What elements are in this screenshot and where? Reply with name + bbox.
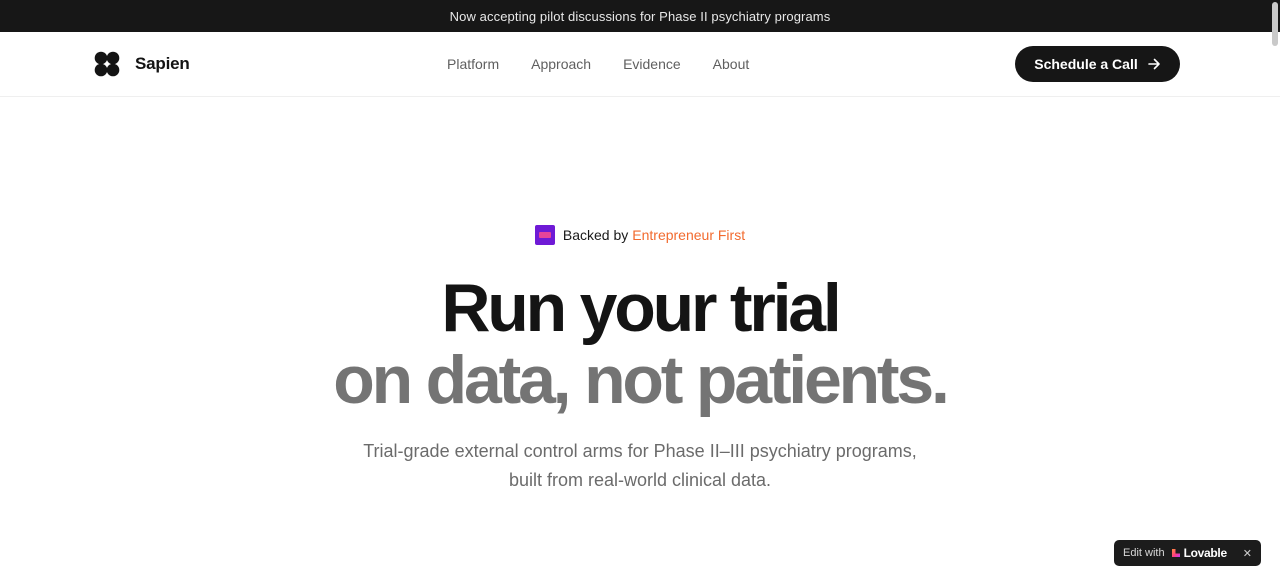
entrepreneur-first-logo-icon	[534, 225, 555, 245]
hero-title: Run your trial on data, not patients.	[0, 272, 1280, 416]
backed-by-text: Backed by Entrepreneur First	[563, 227, 745, 243]
brand-name: Sapien	[135, 54, 190, 73]
arrow-right-icon	[1147, 58, 1160, 70]
backed-by-badge: Backed by Entrepreneur First	[0, 224, 1280, 246]
schedule-call-label: Schedule a Call	[1034, 56, 1138, 72]
announcement-text: Now accepting pilot discussions for Phas…	[449, 8, 831, 24]
backed-by-prefix: Backed by	[562, 227, 629, 243]
hero-subtitle-line2: built from real-world clinical data.	[508, 470, 772, 490]
nav-link-approach[interactable]: Approach	[531, 56, 591, 72]
brand-home-link[interactable]: Sapien	[94, 51, 190, 77]
nav-link-about[interactable]: About	[713, 56, 750, 72]
announcement-bar: Now accepting pilot discussions for Phas…	[0, 0, 1280, 32]
lovable-brand: Lovable	[1183, 546, 1228, 560]
page-scrollbar-thumb[interactable]	[1272, 2, 1278, 46]
hero-subtitle-line1: Trial-grade external control arms for Ph…	[363, 441, 917, 461]
schedule-call-button[interactable]: Schedule a Call	[1015, 46, 1180, 82]
lovable-heart-icon	[1171, 549, 1180, 557]
hero-title-line1: Run your trial	[441, 270, 841, 346]
top-navbar: Sapien Platform Approach Evidence About …	[0, 32, 1280, 97]
four-circle-logo-icon	[94, 51, 120, 77]
hero-subtitle: Trial-grade external control arms for Ph…	[0, 437, 1280, 495]
ef-logo-mark	[538, 232, 551, 238]
edit-with-lovable-badge[interactable]: Edit with Lovable ✕	[1114, 540, 1261, 566]
backed-by-accent[interactable]: Entrepreneur First	[632, 227, 745, 243]
main-nav: Platform Approach Evidence About	[447, 32, 749, 96]
hero-title-line2: on data, not patients.	[333, 342, 950, 418]
nav-link-evidence[interactable]: Evidence	[623, 56, 681, 72]
lovable-badge-prefix: Edit with	[1123, 547, 1165, 559]
close-icon[interactable]: ✕	[1243, 547, 1252, 560]
nav-link-platform[interactable]: Platform	[447, 56, 499, 72]
